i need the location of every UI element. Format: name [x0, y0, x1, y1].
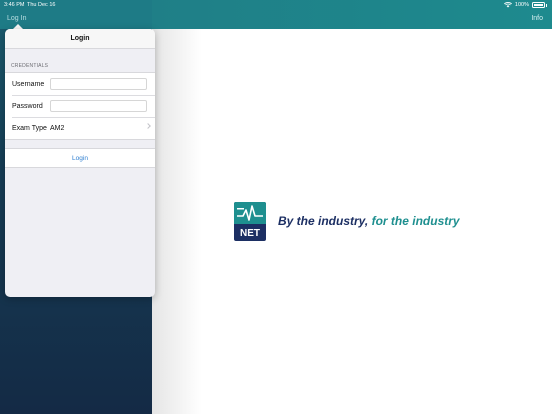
- exam-type-label: Exam Type: [12, 124, 47, 132]
- status-bar: 3:46 PM Thu Dec 16 100%: [0, 0, 552, 10]
- login-popover: Login CREDENTIALS Username Password Exam…: [5, 29, 155, 297]
- main-content: [152, 0, 552, 414]
- username-input[interactable]: [50, 78, 147, 90]
- battery-tip: [546, 3, 547, 7]
- wifi-icon: [503, 2, 512, 8]
- credentials-section-label: CREDENTIALS: [11, 63, 49, 69]
- exam-type-value: AM2: [50, 124, 65, 132]
- chevron-right-icon: [145, 123, 151, 129]
- status-time: 3:46 PM: [4, 2, 25, 8]
- credentials-group: Username Password Exam Type AM2: [5, 72, 155, 140]
- password-label: Password: [12, 102, 43, 110]
- login-button[interactable]: Login: [72, 155, 88, 162]
- password-input[interactable]: [50, 100, 147, 112]
- username-row: Username: [5, 73, 155, 95]
- username-label: Username: [12, 80, 45, 88]
- popover-shadow: [152, 29, 202, 414]
- logo-text: NET: [240, 228, 260, 239]
- tagline-part2: for the industry: [371, 214, 460, 228]
- info-nav-button[interactable]: Info: [531, 15, 543, 22]
- battery-icon: [532, 2, 545, 8]
- password-row: Password: [5, 95, 155, 117]
- battery-percent: 100%: [514, 2, 529, 8]
- tagline-part1: By the industry,: [278, 214, 372, 228]
- exam-type-row[interactable]: Exam Type AM2: [5, 117, 155, 139]
- status-indicators: 100%: [503, 2, 547, 8]
- tvnet-logo: NET: [234, 202, 266, 241]
- log-in-nav-button[interactable]: Log In: [7, 15, 26, 22]
- status-date: Thu Dec 16: [27, 2, 56, 8]
- login-button-group: Login: [5, 148, 155, 168]
- popover-title: Login: [5, 29, 155, 49]
- tagline: By the industry, for the industry: [278, 214, 460, 228]
